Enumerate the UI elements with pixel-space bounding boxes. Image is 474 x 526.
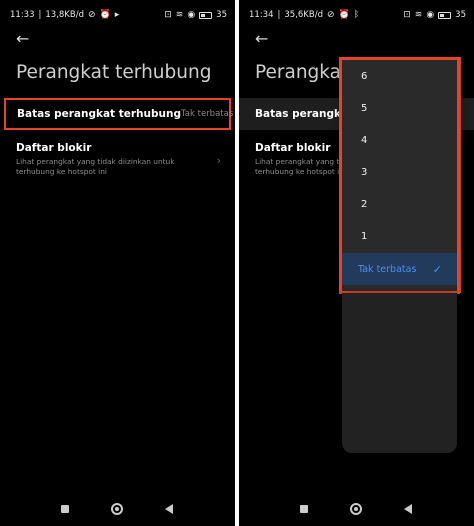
- blocklist-title: Daftar blokir: [16, 142, 92, 154]
- back-nav-icon[interactable]: [404, 504, 412, 514]
- recent-apps-icon[interactable]: [61, 505, 69, 513]
- screen-right: 11:34 | 35,6KB/d ⊘ ⏰ ᛒ ⊡ ≋ ◉ 35 ← Perang…: [239, 0, 474, 526]
- alarm-icon: ⏰: [99, 9, 111, 20]
- blocklist-desc: Lihat perangkat yang tidak diizinkan unt…: [16, 157, 175, 176]
- battery-icon: [438, 11, 452, 19]
- status-bar: 11:33 | 13,8KB/d ⊘ ⏰ ▸ ⊡ ≋ ◉ 35: [10, 9, 227, 20]
- screen-left: 11:33 | 13,8KB/d ⊘ ⏰ ▸ ⊡ ≋ ◉ 35 ← Perang…: [0, 0, 235, 526]
- dropdown-lower-panel: [342, 293, 457, 453]
- home-icon[interactable]: [350, 503, 362, 515]
- back-arrow-icon[interactable]: ←: [16, 31, 29, 47]
- dropdown-option-5[interactable]: 5: [342, 92, 457, 124]
- bluetooth-icon: ᛒ: [353, 9, 360, 20]
- device-limit-dropdown: 6 5 4 3 2 1 Tak terbatas ✓: [342, 57, 457, 293]
- home-icon[interactable]: [111, 503, 123, 515]
- limit-row-value: Tak terbatas ⇳: [181, 109, 234, 119]
- navigation-bar: [0, 501, 235, 517]
- selected-option-label: Tak terbatas: [358, 263, 417, 275]
- back-nav-icon[interactable]: [165, 504, 173, 514]
- dropdown-option-1[interactable]: 1: [342, 220, 457, 252]
- blocklist-row[interactable]: Daftar blokir Lihat perangkat yang tidak…: [0, 142, 235, 182]
- navigation-bar: [239, 501, 474, 517]
- dropdown-option-unlimited[interactable]: Tak terbatas ✓: [342, 253, 457, 285]
- wifi-icon: ≋: [414, 9, 423, 20]
- play-icon: ▸: [114, 9, 120, 20]
- hotspot-icon: ⊡: [403, 9, 411, 20]
- status-time: 11:34: [249, 10, 274, 20]
- recent-apps-icon[interactable]: [300, 505, 308, 513]
- dropdown-option-4[interactable]: 4: [342, 124, 457, 156]
- hotspot-signal-icon: ◉: [187, 9, 196, 20]
- hotspot-icon: ⊡: [164, 9, 172, 20]
- page-title: Perangkat terhubung: [16, 62, 212, 83]
- chevron-right-icon: ›: [216, 154, 221, 167]
- status-bar: 11:34 | 35,6KB/d ⊘ ⏰ ᛒ ⊡ ≋ ◉ 35: [249, 9, 466, 20]
- status-speed: 13,8KB/d: [45, 10, 84, 20]
- battery-icon: [199, 11, 213, 19]
- alarm-icon: ⏰: [338, 9, 350, 20]
- wifi-icon: ≋: [175, 9, 184, 20]
- back-arrow-icon[interactable]: ←: [255, 31, 268, 47]
- connected-device-limit-row[interactable]: Batas perangkat terhubung Tak terbatas ⇳: [4, 98, 233, 130]
- battery-level: 35: [216, 10, 227, 20]
- battery-level: 35: [455, 10, 466, 20]
- limit-row-title: Batas perangkat terhubung: [17, 108, 181, 120]
- status-time: 11:33: [10, 10, 35, 20]
- status-speed: 35,6KB/d: [284, 10, 323, 20]
- dropdown-option-3[interactable]: 3: [342, 156, 457, 188]
- dropdown-option-2[interactable]: 2: [342, 188, 457, 220]
- data-saver-icon: ⊘: [326, 9, 335, 20]
- checkmark-icon: ✓: [432, 262, 442, 276]
- dropdown-option-6[interactable]: 6: [342, 60, 457, 92]
- data-saver-icon: ⊘: [87, 9, 96, 20]
- hotspot-signal-icon: ◉: [426, 9, 435, 20]
